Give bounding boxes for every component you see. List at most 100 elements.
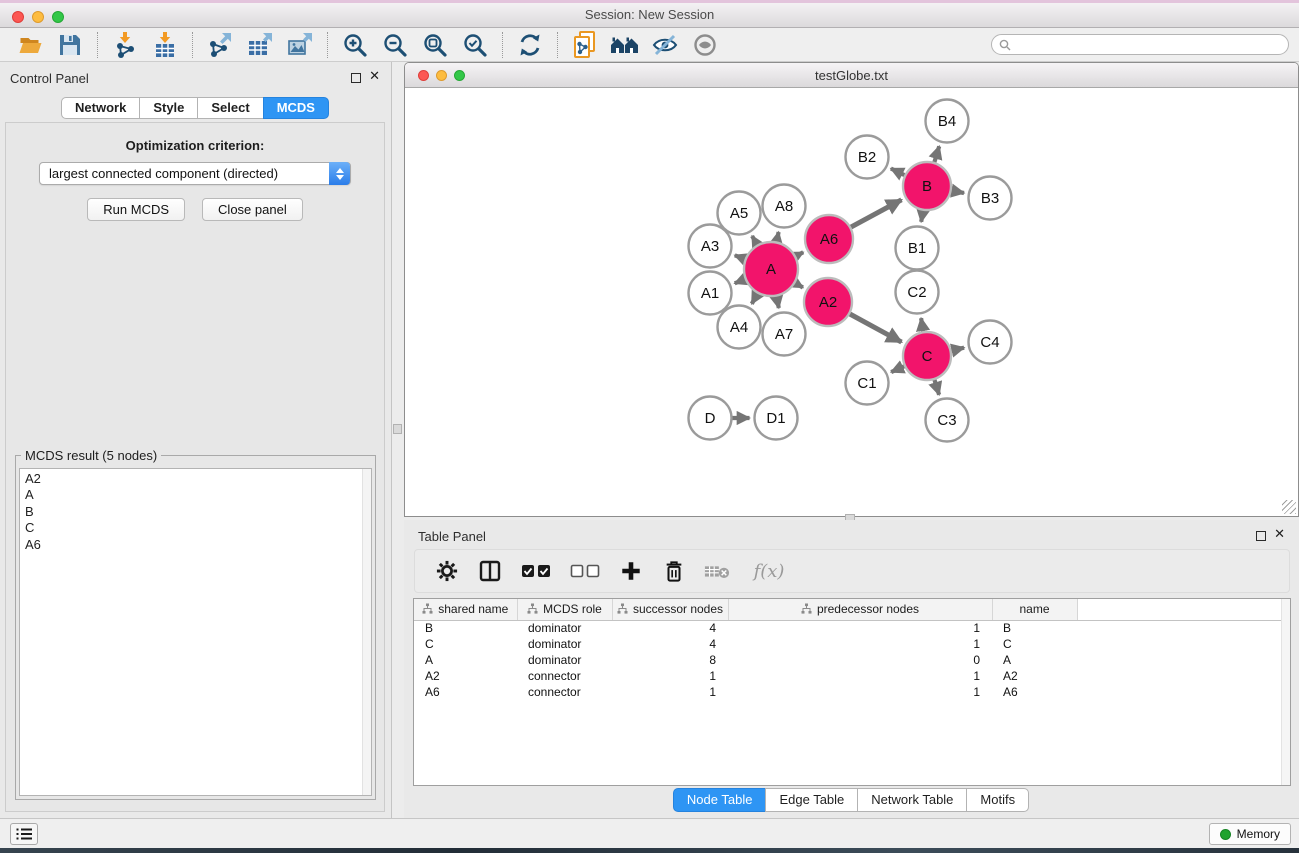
task-history-button[interactable] [10,823,38,845]
network-window-titlebar[interactable]: testGlobe.txt [405,63,1298,88]
cell-predecessor-nodes[interactable]: 1 [728,668,992,684]
cell-mcds-role[interactable]: connector [517,684,612,700]
result-item-a6[interactable]: A6 [25,537,371,553]
tab-network-table[interactable]: Network Table [857,788,967,812]
table-row[interactable]: Adominator80A [414,652,1290,668]
edge-A-A3[interactable] [735,255,745,259]
cell-shared-name[interactable]: C [414,636,517,652]
column-header-name[interactable]: name [992,599,1077,620]
cell-predecessor-nodes[interactable]: 1 [728,636,992,652]
cell-successor-nodes[interactable]: 8 [612,652,728,668]
table-row[interactable]: A6connector11A6 [414,684,1290,700]
column-header-shared-name[interactable]: shared name [414,599,517,620]
import-network-button[interactable] [105,30,145,60]
edge-A-A4[interactable] [752,294,758,304]
network-graph[interactable]: B4B2BB3A8A5A6A3B1AC2A1A2A4A7C4CC1C3DD1 [405,89,1298,516]
export-image-button[interactable] [280,30,320,60]
result-item-a[interactable]: A [25,487,371,503]
close-window-icon[interactable] [12,11,24,23]
node-D1[interactable]: D1 [755,397,798,440]
cell-successor-nodes[interactable]: 1 [612,668,728,684]
zoom-in-button[interactable] [335,30,375,60]
zoom-selected-button[interactable] [455,30,495,60]
search-input[interactable] [1016,36,1288,53]
import-table-button[interactable] [145,30,185,60]
close-panel-button[interactable]: Close panel [202,198,303,221]
cell-shared-name[interactable]: B [414,620,517,636]
float-panel-icon[interactable] [1256,531,1266,541]
tab-network[interactable]: Network [61,97,140,119]
maximize-window-icon[interactable] [52,11,64,23]
column-visibility-button[interactable] [475,556,505,586]
cell-name[interactable]: A6 [992,684,1077,700]
resize-grip-icon[interactable] [1282,500,1296,514]
memory-button[interactable]: Memory [1209,823,1291,845]
edge-A-A2[interactable] [795,283,803,288]
cell-mcds-role[interactable]: dominator [517,636,612,652]
deselect-all-button[interactable] [567,556,603,586]
cell-name[interactable]: B [992,620,1077,636]
edge-A-A5[interactable] [752,236,757,245]
node-B2[interactable]: B2 [846,136,889,179]
edge-A-A1[interactable] [735,279,745,283]
column-header-predecessor-nodes[interactable]: predecessor nodes [728,599,992,620]
show-hidden-button[interactable] [685,30,725,60]
mcds-result-list[interactable]: A2ABCA6 [19,468,372,796]
cell-name[interactable]: C [992,636,1077,652]
criterion-dropdown[interactable]: largest connected component (directed) [39,162,351,185]
scrollbar-track[interactable] [362,469,371,795]
cell-mcds-role[interactable]: dominator [517,652,612,668]
cell-successor-nodes[interactable]: 1 [612,684,728,700]
node-B1[interactable]: B1 [896,227,939,270]
node-C[interactable]: C [903,332,951,380]
edge-A-A6[interactable] [796,252,803,256]
edge-A6-B[interactable] [851,200,902,227]
delete-column-button[interactable] [659,556,689,586]
minimize-window-icon[interactable] [32,11,44,23]
zoom-fit-button[interactable] [415,30,455,60]
node-C2[interactable]: C2 [896,271,939,314]
node-B4[interactable]: B4 [926,100,969,143]
vertical-splitter-handle[interactable] [393,424,402,434]
edge-A-A7[interactable] [777,297,779,309]
edge-A2-C[interactable] [850,314,902,342]
node-A3[interactable]: A3 [689,225,732,268]
edge-B-B3[interactable] [952,191,964,193]
hide-selected-button[interactable] [645,30,685,60]
maximize-view-icon[interactable] [454,70,465,81]
houses-button[interactable] [605,30,645,60]
node-B[interactable]: B [903,162,951,210]
node-A8[interactable]: A8 [763,185,806,228]
node-A2[interactable]: A2 [804,278,852,326]
cell-shared-name[interactable]: A2 [414,668,517,684]
edge-B-B4[interactable] [934,146,939,162]
save-session-button[interactable] [50,30,90,60]
open-session-button[interactable] [10,30,50,60]
node-A4[interactable]: A4 [718,306,761,349]
tab-style[interactable]: Style [139,97,198,119]
edge-C-C1[interactable] [891,366,904,372]
table-row[interactable]: Bdominator41B [414,620,1290,636]
edge-B-B1[interactable] [921,211,923,222]
cell-mcds-role[interactable]: dominator [517,620,612,636]
node-C1[interactable]: C1 [846,362,889,405]
run-mcds-button[interactable]: Run MCDS [87,198,185,221]
table-row[interactable]: Cdominator41C [414,636,1290,652]
create-column-button[interactable] [616,556,646,586]
float-panel-icon[interactable] [351,73,361,83]
export-table-button[interactable] [240,30,280,60]
cell-successor-nodes[interactable]: 4 [612,636,728,652]
node-C4[interactable]: C4 [969,321,1012,364]
cell-shared-name[interactable]: A6 [414,684,517,700]
close-view-icon[interactable] [418,70,429,81]
close-panel-icon[interactable]: ✕ [1274,526,1285,542]
node-C3[interactable]: C3 [926,399,969,442]
result-item-c[interactable]: C [25,520,371,536]
tab-select[interactable]: Select [197,97,263,119]
cell-name[interactable]: A [992,652,1077,668]
column-header-mcds-role[interactable]: MCDS role [517,599,612,620]
node-D[interactable]: D [689,397,732,440]
edge-C-C4[interactable] [951,348,964,351]
edge-C-C2[interactable] [921,318,923,331]
result-item-b[interactable]: B [25,504,371,520]
